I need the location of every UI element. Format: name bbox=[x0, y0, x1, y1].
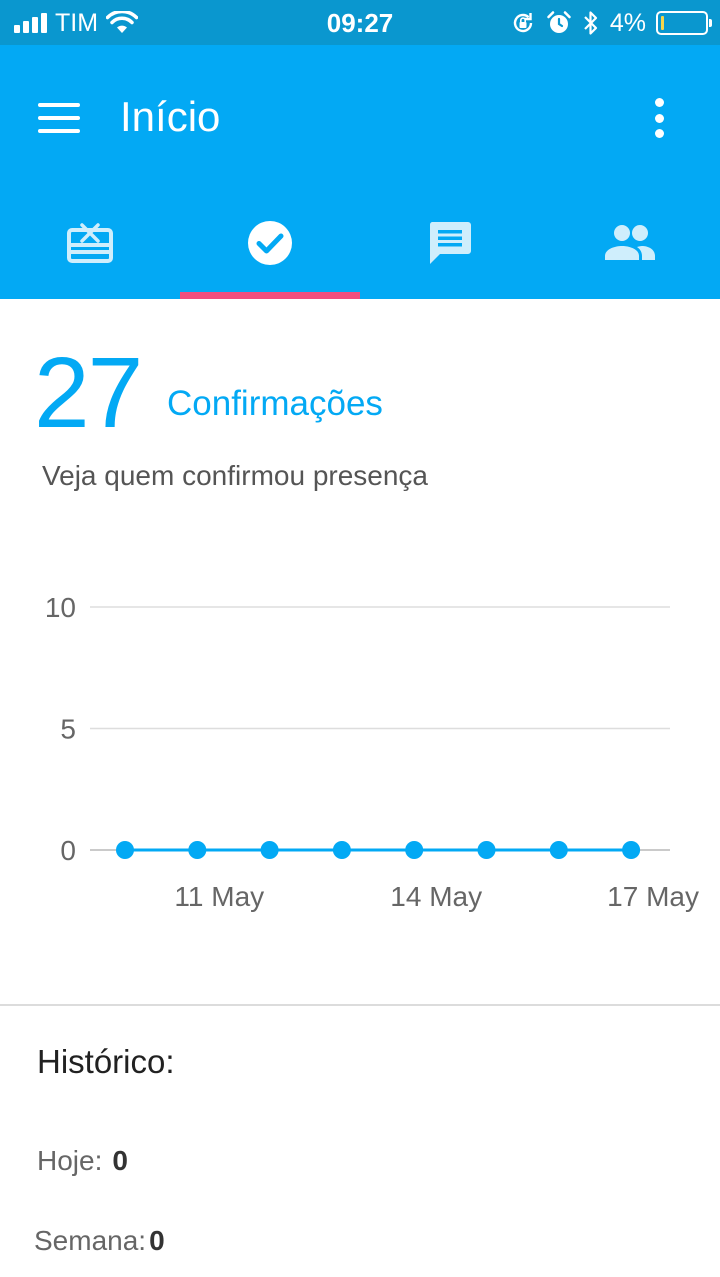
data-point bbox=[116, 841, 134, 859]
section-divider bbox=[0, 1004, 720, 1006]
data-point bbox=[622, 841, 641, 859]
tab-bar bbox=[0, 195, 720, 299]
status-bar: TIM 09:27 4% bbox=[0, 0, 720, 45]
menu-icon[interactable] bbox=[38, 103, 80, 133]
tab-guests[interactable] bbox=[540, 195, 720, 299]
stat-today-label: Hoje: bbox=[37, 1145, 103, 1176]
x-tick-label: 11 May bbox=[174, 881, 264, 912]
stat-today-value: 0 bbox=[112, 1145, 128, 1176]
confirmations-label: Confirmações bbox=[167, 384, 383, 423]
confirmations-subtitle[interactable]: Veja quem confirmou presença bbox=[42, 459, 428, 493]
y-tick-label: 0 bbox=[60, 835, 76, 866]
x-tick-label: 14 May bbox=[390, 881, 482, 912]
tab-messages[interactable] bbox=[360, 195, 540, 299]
rotation-lock-icon bbox=[513, 13, 533, 33]
data-point bbox=[477, 841, 496, 859]
battery-icon bbox=[656, 11, 712, 35]
data-point bbox=[332, 841, 351, 859]
data-point bbox=[260, 841, 279, 859]
y-tick-label: 5 bbox=[60, 714, 76, 745]
confirmations-chart: 0 5 10 11 May 14 May 17 May bbox=[45, 592, 699, 912]
tab-confirmations[interactable] bbox=[180, 195, 360, 299]
app-bar: Início bbox=[0, 45, 720, 299]
history-title: Histórico: bbox=[37, 1043, 175, 1080]
battery-percent: 4% bbox=[609, 9, 646, 37]
x-tick-label: 17 May bbox=[607, 881, 699, 912]
stat-today: Hoje: 0 bbox=[37, 1143, 128, 1179]
data-point bbox=[188, 841, 207, 859]
more-vert-icon[interactable] bbox=[648, 98, 670, 138]
gift-card-icon bbox=[67, 223, 113, 263]
stat-week-value: 0 bbox=[149, 1225, 165, 1256]
tab-gifts[interactable] bbox=[0, 195, 180, 299]
data-point bbox=[549, 841, 568, 859]
page-title: Início bbox=[120, 93, 221, 140]
stat-week: Semana: 0 bbox=[34, 1223, 165, 1259]
people-icon bbox=[605, 225, 655, 260]
data-point bbox=[405, 841, 424, 859]
stat-week-label: Semana: bbox=[34, 1225, 147, 1256]
bluetooth-icon bbox=[584, 11, 597, 35]
check-circle-icon bbox=[248, 221, 292, 265]
message-icon bbox=[429, 222, 471, 264]
selected-tab-indicator bbox=[180, 292, 360, 299]
y-tick-label: 10 bbox=[45, 592, 76, 623]
alarm-icon bbox=[547, 11, 571, 33]
confirmations-count: 27 bbox=[34, 337, 143, 449]
